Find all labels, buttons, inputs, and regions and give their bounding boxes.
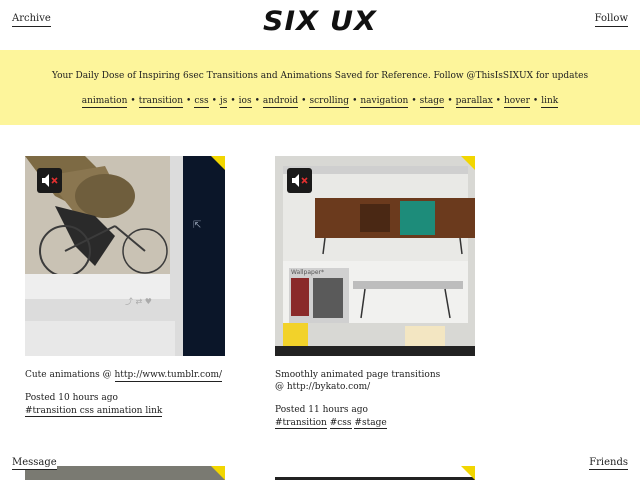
post-tags: #transition #css #stage xyxy=(275,416,475,430)
follow-link[interactable]: Follow xyxy=(594,13,628,27)
post-tags: #transition css animation link xyxy=(25,404,225,418)
tag-android[interactable]: android xyxy=(262,96,299,108)
tag-nav: animation • transition • css • js • ios • android •… xyxy=(81,96,559,108)
svg-text:⇱: ⇱ xyxy=(193,220,201,231)
mute-icon[interactable] xyxy=(37,168,62,193)
message-link[interactable]: Message xyxy=(12,457,57,470)
tag-js[interactable]: js xyxy=(219,96,228,108)
tag-transition-link[interactable]: #transition xyxy=(275,418,327,429)
tag-scrolling[interactable]: scrolling xyxy=(309,96,350,108)
post-card-partial xyxy=(275,466,475,480)
tag-animation[interactable]: animation xyxy=(81,96,128,108)
tag-hover[interactable]: hover xyxy=(503,96,530,108)
tag-link[interactable]: link xyxy=(541,96,559,108)
tag-stage-link[interactable]: #stage xyxy=(354,418,387,429)
site-logo[interactable]: SIX UX xyxy=(0,6,640,37)
description-banner: Your Daily Dose of Inspiring 6sec Transi… xyxy=(0,50,640,125)
post-caption: Cute animations @ http://www.tumblr.com/ xyxy=(25,370,223,382)
svg-text:Wallpaper*: Wallpaper* xyxy=(291,269,324,276)
tag-navigation[interactable]: navigation xyxy=(360,96,409,108)
svg-text:⤴ ⇄ ♥: ⤴ ⇄ ♥ xyxy=(125,296,152,306)
post-video-thumbnail[interactable]: ⤴ ⇄ ♥ ⇱ xyxy=(25,156,225,356)
corner-fold xyxy=(211,156,225,170)
corner-fold xyxy=(461,156,475,170)
post-card: ⤴ ⇄ ♥ ⇱ Cute animations @ http://www.tum… xyxy=(25,156,225,418)
friends-link[interactable]: Friends xyxy=(589,457,628,470)
corner-fold xyxy=(211,466,225,480)
corner-fold xyxy=(461,466,475,480)
post-video-thumbnail[interactable]: Wallpaper* xyxy=(275,156,475,356)
tag-parallax[interactable]: parallax xyxy=(455,96,493,108)
post-tag-link[interactable]: #transition css animation link xyxy=(25,406,163,417)
mute-icon[interactable] xyxy=(287,168,312,193)
site-tagline: Your Daily Dose of Inspiring 6sec Transi… xyxy=(51,71,589,81)
tag-transition[interactable]: transition xyxy=(138,96,183,108)
tag-ios[interactable]: ios xyxy=(238,96,252,108)
tag-stage[interactable]: stage xyxy=(419,96,445,108)
tag-css[interactable]: css xyxy=(194,96,209,108)
post-card: Wallpaper* Smoothly animated page transi… xyxy=(275,156,475,430)
post-source-link[interactable]: http://www.tumblr.com/ xyxy=(114,370,223,382)
post-timestamp[interactable]: Posted 11 hours ago xyxy=(275,404,475,416)
post-caption: Smoothly animated page transitions @ htt… xyxy=(275,370,441,392)
post-timestamp[interactable]: Posted 10 hours ago xyxy=(25,392,225,404)
tag-css-link[interactable]: #css xyxy=(329,418,352,429)
